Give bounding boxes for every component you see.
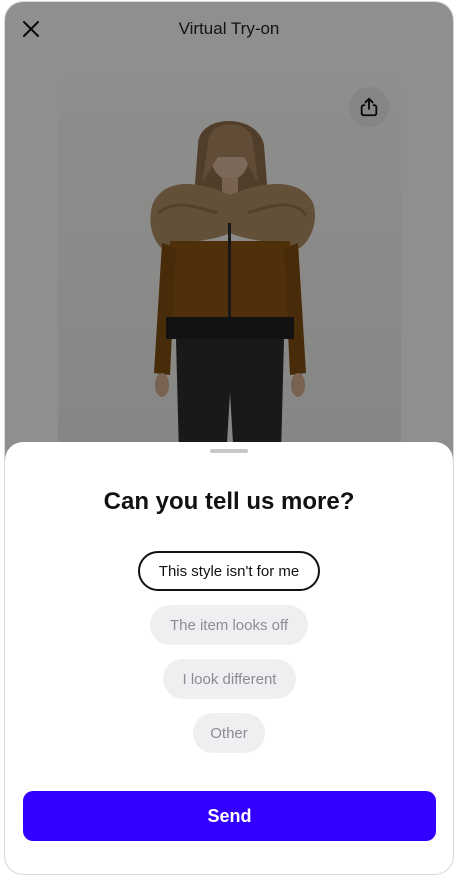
feedback-bottom-sheet: Can you tell us more? This style isn't f… (5, 442, 453, 874)
option-style-not-for-me[interactable]: This style isn't for me (138, 551, 320, 591)
sheet-grabber[interactable] (210, 449, 248, 453)
phone-screen: Virtual Try-on Can you tell us more? Thi… (5, 2, 453, 874)
option-i-look-different[interactable]: I look different (163, 659, 296, 699)
option-item-looks-off[interactable]: The item looks off (150, 605, 308, 645)
option-other[interactable]: Other (193, 713, 265, 753)
send-button[interactable]: Send (23, 791, 436, 841)
sheet-title: Can you tell us more? (103, 488, 355, 515)
